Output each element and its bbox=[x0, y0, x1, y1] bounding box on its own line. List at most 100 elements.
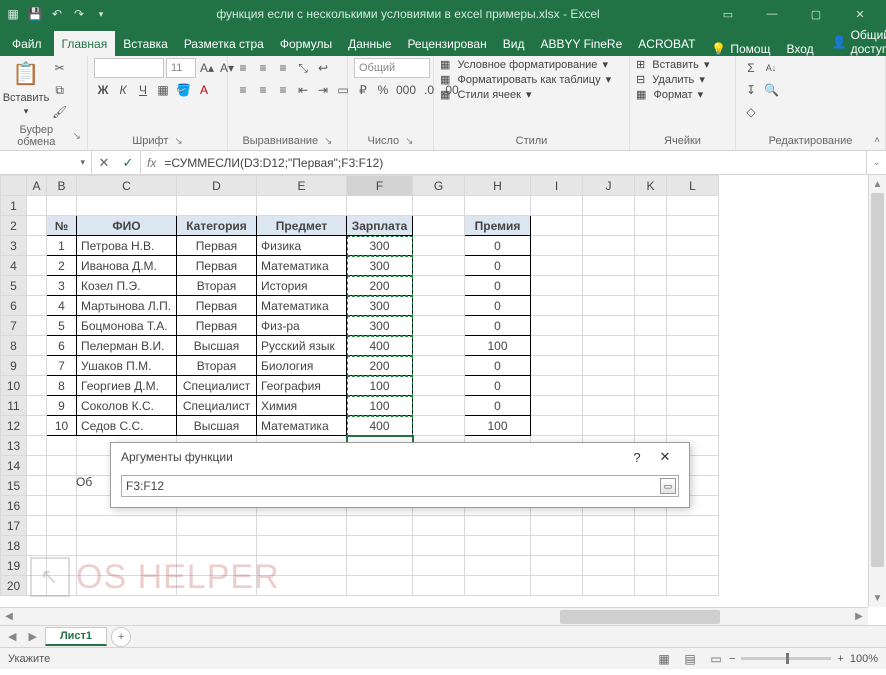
cell-G4[interactable] bbox=[413, 256, 465, 276]
share-button[interactable]: 👤Общий доступ bbox=[822, 28, 886, 56]
cell-K8[interactable] bbox=[635, 336, 667, 356]
row-header[interactable]: 7 bbox=[1, 316, 27, 336]
cell-L18[interactable] bbox=[667, 536, 719, 556]
cell-D6[interactable]: Первая bbox=[177, 296, 257, 316]
cell-G19[interactable] bbox=[413, 556, 465, 576]
cell-A14[interactable] bbox=[27, 456, 47, 476]
zoom-slider[interactable] bbox=[741, 657, 831, 660]
cell-H3[interactable]: 0 bbox=[465, 236, 531, 256]
cell-D10[interactable]: Специалист bbox=[177, 376, 257, 396]
cell-E10[interactable]: География bbox=[257, 376, 347, 396]
close-icon[interactable]: ✕ bbox=[838, 0, 882, 28]
cell-D12[interactable]: Высшая bbox=[177, 416, 257, 436]
tab-abbyy[interactable]: ABBYY FineRe bbox=[532, 32, 630, 56]
cell-L10[interactable] bbox=[667, 376, 719, 396]
sheet-nav-next-icon[interactable]: ▶ bbox=[24, 630, 40, 643]
tab-formulas[interactable]: Формулы bbox=[272, 32, 340, 56]
row-header[interactable]: 13 bbox=[1, 436, 27, 456]
zoom-value[interactable]: 100% bbox=[850, 653, 878, 665]
cell-B20[interactable] bbox=[47, 576, 77, 596]
cell-H19[interactable] bbox=[465, 556, 531, 576]
cell-J11[interactable] bbox=[583, 396, 635, 416]
cell-B19[interactable] bbox=[47, 556, 77, 576]
cell-A13[interactable] bbox=[27, 436, 47, 456]
zoom-in-icon[interactable]: + bbox=[837, 653, 843, 665]
cell-E2[interactable]: Предмет bbox=[257, 216, 347, 236]
cell-C1[interactable] bbox=[77, 196, 177, 216]
cell-G9[interactable] bbox=[413, 356, 465, 376]
cell-I19[interactable] bbox=[531, 556, 583, 576]
cell-D9[interactable]: Вторая bbox=[177, 356, 257, 376]
cell-I18[interactable] bbox=[531, 536, 583, 556]
cell-I1[interactable] bbox=[531, 196, 583, 216]
cell-F20[interactable] bbox=[347, 576, 413, 596]
dialog-close-icon[interactable]: ✕ bbox=[651, 449, 679, 465]
cell-H8[interactable]: 100 bbox=[465, 336, 531, 356]
row-header[interactable]: 1 bbox=[1, 196, 27, 216]
cell-H20[interactable] bbox=[465, 576, 531, 596]
cell-B14[interactable] bbox=[47, 456, 77, 476]
currency-icon[interactable]: ₽ bbox=[354, 80, 372, 100]
sort-filter-icon[interactable]: A↓ bbox=[762, 58, 780, 78]
cell-F5[interactable]: 200 bbox=[347, 276, 413, 296]
cell-I5[interactable] bbox=[531, 276, 583, 296]
cell-G1[interactable] bbox=[413, 196, 465, 216]
cell-H12[interactable]: 100 bbox=[465, 416, 531, 436]
cell-G3[interactable] bbox=[413, 236, 465, 256]
cell-J4[interactable] bbox=[583, 256, 635, 276]
cell-A11[interactable] bbox=[27, 396, 47, 416]
row-header[interactable]: 5 bbox=[1, 276, 27, 296]
cell-E20[interactable] bbox=[257, 576, 347, 596]
italic-icon[interactable]: К bbox=[114, 80, 132, 100]
cell-K1[interactable] bbox=[635, 196, 667, 216]
cell-G5[interactable] bbox=[413, 276, 465, 296]
format-cells-button[interactable]: ▦ Формат ▾ bbox=[636, 88, 703, 101]
expand-formula-bar-icon[interactable]: ⌄ bbox=[866, 151, 886, 174]
row-header[interactable]: 17 bbox=[1, 516, 27, 536]
comma-icon[interactable]: 000 bbox=[394, 80, 418, 100]
cell-K7[interactable] bbox=[635, 316, 667, 336]
cell-L2[interactable] bbox=[667, 216, 719, 236]
cell-J10[interactable] bbox=[583, 376, 635, 396]
cell-K17[interactable] bbox=[635, 516, 667, 536]
cell-E5[interactable]: История bbox=[257, 276, 347, 296]
name-box[interactable]: ▾ bbox=[0, 151, 92, 174]
cell-B12[interactable]: 10 bbox=[47, 416, 77, 436]
col-header-A[interactable]: A bbox=[27, 176, 47, 196]
cell-F4[interactable]: 300 bbox=[347, 256, 413, 276]
cell-B15[interactable] bbox=[47, 476, 77, 496]
view-pagebreak-icon[interactable]: ▭ bbox=[703, 652, 729, 666]
cell-K9[interactable] bbox=[635, 356, 667, 376]
cell-A3[interactable] bbox=[27, 236, 47, 256]
cell-F1[interactable] bbox=[347, 196, 413, 216]
format-as-table-button[interactable]: ▦ Форматировать как таблицу ▾ bbox=[440, 73, 611, 86]
row-header[interactable]: 4 bbox=[1, 256, 27, 276]
cell-J9[interactable] bbox=[583, 356, 635, 376]
wrap-text-icon[interactable]: ↩ bbox=[314, 58, 332, 78]
cell-G17[interactable] bbox=[413, 516, 465, 536]
copy-icon[interactable]: ⧉ bbox=[50, 80, 69, 100]
cell-G20[interactable] bbox=[413, 576, 465, 596]
cell-G12[interactable] bbox=[413, 416, 465, 436]
cell-F8[interactable]: 400 bbox=[347, 336, 413, 356]
number-format-combo[interactable]: Общий bbox=[354, 58, 430, 78]
tab-insert[interactable]: Вставка bbox=[115, 32, 176, 56]
cell-E3[interactable]: Физика bbox=[257, 236, 347, 256]
cell-B1[interactable] bbox=[47, 196, 77, 216]
indent-inc-icon[interactable]: ⇥ bbox=[314, 80, 332, 100]
cell-C5[interactable]: Козел П.Э. bbox=[77, 276, 177, 296]
cell-A20[interactable] bbox=[27, 576, 47, 596]
cell-A10[interactable] bbox=[27, 376, 47, 396]
cell-L19[interactable] bbox=[667, 556, 719, 576]
cell-C9[interactable]: Ушаков П.М. bbox=[77, 356, 177, 376]
cell-K11[interactable] bbox=[635, 396, 667, 416]
cell-E17[interactable] bbox=[257, 516, 347, 536]
cell-J17[interactable] bbox=[583, 516, 635, 536]
row-header[interactable]: 10 bbox=[1, 376, 27, 396]
cell-J20[interactable] bbox=[583, 576, 635, 596]
cell-B3[interactable]: 1 bbox=[47, 236, 77, 256]
cell-D1[interactable] bbox=[177, 196, 257, 216]
cell-H7[interactable]: 0 bbox=[465, 316, 531, 336]
cell-K20[interactable] bbox=[635, 576, 667, 596]
cell-H6[interactable]: 0 bbox=[465, 296, 531, 316]
